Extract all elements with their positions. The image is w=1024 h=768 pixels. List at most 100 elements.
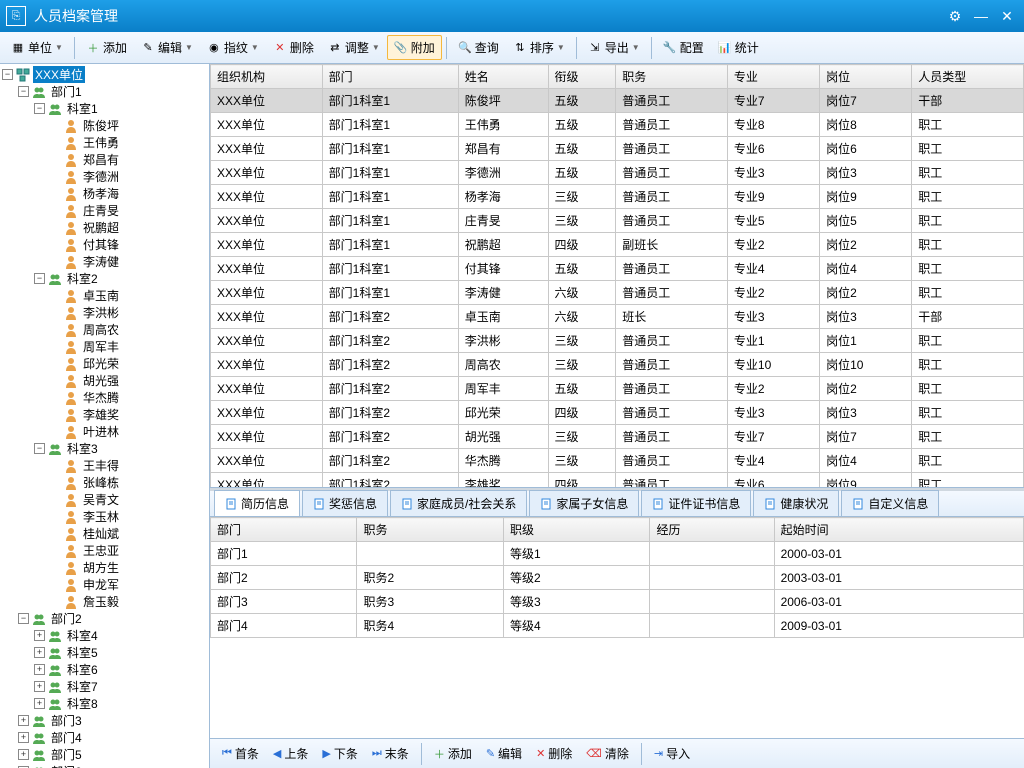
tree-node[interactable]: 胡方生: [2, 559, 207, 576]
tab-6[interactable]: 自定义信息: [841, 490, 939, 516]
table-row[interactable]: XXX单位部门1科室2周高农三级普通员工专业10岗位10职工: [211, 353, 1024, 377]
tree-node[interactable]: 叶进林: [2, 423, 207, 440]
adjust-button[interactable]: ⇄调整▼: [321, 35, 387, 60]
tree-node[interactable]: 詹玉毅: [2, 593, 207, 610]
tree-toggle[interactable]: −: [2, 69, 13, 80]
tree-toggle[interactable]: +: [18, 749, 29, 760]
tree-node[interactable]: +科室6: [2, 661, 207, 678]
tree-node[interactable]: +科室4: [2, 627, 207, 644]
tree-toggle[interactable]: +: [34, 698, 45, 709]
tree-node[interactable]: +科室8: [2, 695, 207, 712]
grid-header[interactable]: 衔级: [548, 65, 616, 89]
table-row[interactable]: XXX单位部门1科室2李洪彬三级普通员工专业1岗位1职工: [211, 329, 1024, 353]
tree-node[interactable]: 付其锋: [2, 236, 207, 253]
grid-header[interactable]: 专业: [727, 65, 819, 89]
tree-node[interactable]: 胡光强: [2, 372, 207, 389]
tree-toggle[interactable]: −: [34, 443, 45, 454]
org-tree[interactable]: −XXX单位−部门1−科室1陈俊坪王伟勇郑昌有李德洲杨孝海庄青旻祝鹏超付其锋李涛…: [0, 64, 210, 768]
detail-grid[interactable]: 部门职务职级经历起始时间部门1等级12000-03-01部门2职务2等级2200…: [210, 517, 1024, 638]
detail-grid-wrap[interactable]: 部门职务职级经历起始时间部门1等级12000-03-01部门2职务2等级2200…: [210, 517, 1024, 738]
tab-0[interactable]: 简历信息: [214, 490, 300, 516]
grid-header[interactable]: 人员类型: [912, 65, 1024, 89]
tree-node[interactable]: +科室7: [2, 678, 207, 695]
tree-toggle[interactable]: +: [34, 664, 45, 675]
tree-node[interactable]: +部门3: [2, 712, 207, 729]
tab-5[interactable]: 健康状况: [753, 490, 839, 516]
close-button[interactable]: ✕: [996, 5, 1018, 27]
nadd-button[interactable]: ＋添加: [428, 743, 478, 764]
tree-node[interactable]: 王伟勇: [2, 134, 207, 151]
tree-node[interactable]: 李洪彬: [2, 304, 207, 321]
tree-node[interactable]: 周高农: [2, 321, 207, 338]
del-button[interactable]: ✕删除: [266, 35, 321, 60]
tree-node[interactable]: 王丰得: [2, 457, 207, 474]
table-row[interactable]: 部门1等级12000-03-01: [211, 542, 1024, 566]
tree-node[interactable]: 吴青文: [2, 491, 207, 508]
nedit-button[interactable]: ✎编辑: [480, 743, 528, 764]
tab-4[interactable]: 证件证书信息: [641, 490, 751, 516]
detail-header[interactable]: 部门: [211, 518, 357, 542]
table-row[interactable]: XXX单位部门1科室1付其锋五级普通员工专业4岗位4职工: [211, 257, 1024, 281]
table-row[interactable]: XXX单位部门1科室1杨孝海三级普通员工专业9岗位9职工: [211, 185, 1024, 209]
next-button[interactable]: ▶下条: [316, 743, 363, 764]
detail-header[interactable]: 职务: [357, 518, 503, 542]
main-grid-wrap[interactable]: 组织机构部门姓名衔级职务专业岗位人员类型XXX单位部门1科室1陈俊坪五级普通员工…: [210, 64, 1024, 488]
sort-button[interactable]: ⇅排序▼: [506, 35, 572, 60]
prev-button[interactable]: ◀上条: [267, 743, 314, 764]
table-row[interactable]: XXX单位部门1科室2李雄奖四级普通员工专业6岗位9职工: [211, 473, 1024, 489]
tree-node[interactable]: 李雄奖: [2, 406, 207, 423]
detail-header[interactable]: 经历: [650, 518, 774, 542]
table-row[interactable]: XXX单位部门1科室1李德洲五级普通员工专业3岗位3职工: [211, 161, 1024, 185]
table-row[interactable]: XXX单位部门1科室2胡光强三级普通员工专业7岗位7职工: [211, 425, 1024, 449]
query-button[interactable]: 🔍查询: [451, 35, 506, 60]
tree-node[interactable]: 华杰腾: [2, 389, 207, 406]
export-button[interactable]: ⇲导出▼: [581, 35, 647, 60]
tree-node[interactable]: −科室3: [2, 440, 207, 457]
tree-toggle[interactable]: +: [34, 647, 45, 658]
table-row[interactable]: 部门3职务3等级32006-03-01: [211, 590, 1024, 614]
tree-node[interactable]: 申龙军: [2, 576, 207, 593]
tab-1[interactable]: 奖惩信息: [302, 490, 388, 516]
tree-toggle[interactable]: −: [34, 273, 45, 284]
attach-button[interactable]: 📎附加: [387, 35, 442, 60]
tree-node[interactable]: +部门4: [2, 729, 207, 746]
tree-toggle[interactable]: +: [18, 732, 29, 743]
tree-node[interactable]: −部门2: [2, 610, 207, 627]
tab-3[interactable]: 家属子女信息: [529, 490, 639, 516]
last-button[interactable]: ⏭末条: [366, 743, 415, 764]
table-row[interactable]: XXX单位部门1科室1陈俊坪五级普通员工专业7岗位7干部: [211, 89, 1024, 113]
tree-node[interactable]: −XXX单位: [2, 66, 207, 83]
tree-node[interactable]: +部门5: [2, 746, 207, 763]
tree-node[interactable]: 桂灿斌: [2, 525, 207, 542]
tree-node[interactable]: 杨孝海: [2, 185, 207, 202]
grid-header[interactable]: 组织机构: [211, 65, 323, 89]
grid-header[interactable]: 职务: [616, 65, 728, 89]
tree-node[interactable]: −科室2: [2, 270, 207, 287]
detail-header[interactable]: 职级: [503, 518, 649, 542]
tree-node[interactable]: 陈俊坪: [2, 117, 207, 134]
unit-button[interactable]: ▦单位▼: [4, 35, 70, 60]
grid-header[interactable]: 姓名: [458, 65, 548, 89]
minimize-button[interactable]: —: [970, 5, 992, 27]
table-row[interactable]: XXX单位部门1科室2邱光荣四级普通员工专业3岗位3职工: [211, 401, 1024, 425]
tree-node[interactable]: 李玉林: [2, 508, 207, 525]
table-row[interactable]: XXX单位部门1科室1李涛健六级普通员工专业2岗位2职工: [211, 281, 1024, 305]
add-button[interactable]: ＋添加: [79, 35, 134, 60]
tree-node[interactable]: 张峰栋: [2, 474, 207, 491]
table-row[interactable]: XXX单位部门1科室2周军丰五级普通员工专业2岗位2职工: [211, 377, 1024, 401]
tree-node[interactable]: 郑昌有: [2, 151, 207, 168]
ndel-button[interactable]: ✕删除: [530, 743, 578, 764]
tree-node[interactable]: −科室1: [2, 100, 207, 117]
edit-button[interactable]: ✎编辑▼: [134, 35, 200, 60]
table-row[interactable]: 部门2职务2等级22003-03-01: [211, 566, 1024, 590]
tree-toggle[interactable]: +: [18, 715, 29, 726]
finger-button[interactable]: ◉指纹▼: [200, 35, 266, 60]
grid-header[interactable]: 岗位: [820, 65, 912, 89]
tree-node[interactable]: 李涛健: [2, 253, 207, 270]
tree-node[interactable]: 庄青旻: [2, 202, 207, 219]
tree-toggle[interactable]: +: [34, 630, 45, 641]
tree-node[interactable]: 王忠亚: [2, 542, 207, 559]
table-row[interactable]: XXX单位部门1科室2卓玉南六级班长专业3岗位3干部: [211, 305, 1024, 329]
grid-header[interactable]: 部门: [322, 65, 458, 89]
tree-toggle[interactable]: −: [18, 86, 29, 97]
